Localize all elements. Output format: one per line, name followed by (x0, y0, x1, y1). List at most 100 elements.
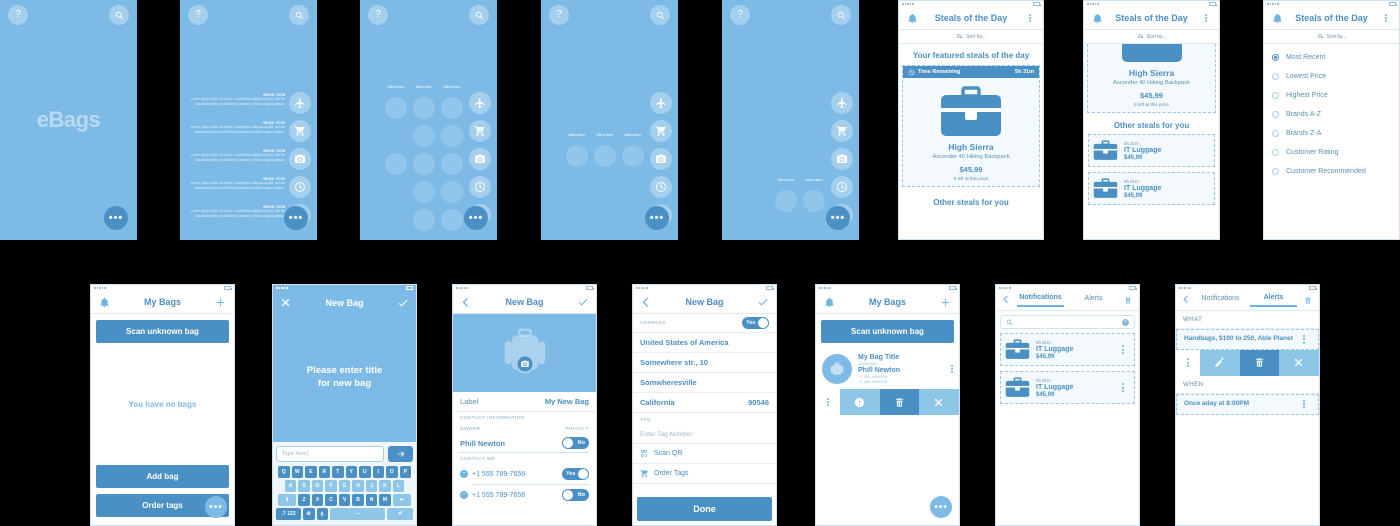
bag-photo-hero[interactable] (453, 314, 596, 392)
sort-option-customer-recommended[interactable]: Customer Recommended (1264, 162, 1399, 181)
done-button[interactable]: Done (637, 497, 772, 521)
mic-key[interactable] (316, 508, 328, 520)
key[interactable]: M (379, 494, 391, 506)
bell-icon[interactable] (1091, 13, 1104, 24)
grid-dot[interactable] (622, 145, 644, 167)
help-icon[interactable]: ? (730, 5, 750, 25)
tab-alerts[interactable]: Alerts (1250, 294, 1297, 307)
alert-overflow-icon[interactable] (1303, 335, 1311, 344)
scan-unknown-bag-button[interactable]: Scan unknown bag (96, 320, 229, 343)
back-icon[interactable] (640, 297, 653, 308)
add-bag-icon[interactable] (214, 297, 227, 308)
cart-icon[interactable] (469, 120, 491, 142)
key[interactable]: U (359, 466, 371, 478)
search-icon[interactable] (289, 5, 309, 25)
key[interactable]: E (305, 466, 317, 478)
overflow-menu-icon[interactable] (1199, 13, 1212, 23)
sort-bar[interactable]: Sort by... (1084, 30, 1219, 44)
confirm-icon[interactable] (756, 296, 769, 308)
label-row[interactable]: Label My New Bag (453, 392, 596, 412)
trash-icon[interactable] (879, 389, 920, 415)
phone-toggle[interactable]: Yes (562, 468, 589, 480)
bell-icon[interactable] (1271, 13, 1284, 24)
key[interactable]: F (325, 480, 337, 492)
numbers-key[interactable]: .? 123 (276, 508, 301, 520)
trash-icon[interactable] (1123, 296, 1133, 305)
key[interactable]: Z (298, 494, 310, 506)
info-icon[interactable] (840, 389, 880, 415)
close-icon[interactable] (919, 389, 959, 415)
tab-notifications[interactable]: Notifications (1197, 295, 1244, 306)
more-fab[interactable]: ••• (464, 206, 488, 230)
confirm-icon[interactable] (396, 297, 409, 309)
notification-item[interactable]: 5h 31m IT Luggage $45,99 (1000, 371, 1135, 404)
tag-number-input[interactable]: Enter Tag Number (633, 426, 776, 444)
phone-row[interactable]: − +1 555 789-7656 Yes (453, 464, 596, 484)
sort-option-lowest-price[interactable]: Lowest Price (1264, 67, 1399, 86)
key[interactable]: Y (345, 466, 357, 478)
clock-icon[interactable] (289, 176, 311, 198)
search-icon[interactable] (650, 5, 670, 25)
key[interactable]: K (379, 480, 391, 492)
overflow-menu-icon[interactable] (1023, 13, 1036, 23)
featured-product-card[interactable]: Time Remaining 5h 31m High Sierra Ascend… (902, 65, 1040, 187)
close-icon[interactable] (280, 297, 293, 308)
owner-row[interactable]: Phill Newton No (460, 434, 589, 453)
search-icon[interactable] (831, 5, 851, 25)
overflow-menu-icon[interactable] (1379, 13, 1392, 23)
tab-notifications[interactable]: Notifications (1017, 294, 1064, 307)
tab-alerts[interactable]: Alerts (1070, 295, 1117, 306)
city-row[interactable]: Somwheresville (633, 373, 776, 393)
sort-option-customer-rating[interactable]: Customer Rating (1264, 143, 1399, 162)
backspace-key[interactable]: ⬅ (392, 494, 411, 506)
add-bag-button[interactable]: Add bag (96, 465, 229, 488)
help-icon[interactable]: ? (368, 5, 388, 25)
key[interactable]: W (291, 466, 303, 478)
cart-icon[interactable] (831, 120, 853, 142)
key[interactable]: I (372, 466, 384, 478)
back-icon[interactable] (1002, 295, 1011, 306)
bell-icon[interactable] (98, 297, 111, 308)
title-input[interactable]: Type here| (276, 446, 384, 462)
more-fab[interactable]: ••• (205, 496, 227, 518)
steal-list-item[interactable]: 5h 31m IT Luggage $45,99 (1088, 134, 1215, 167)
alert-what-card[interactable]: Handbags, $100 to 250, Able Planet (1176, 329, 1319, 350)
grid-dot[interactable] (413, 181, 435, 203)
key[interactable]: A (284, 480, 297, 492)
sort-option-brands-za[interactable]: Brands Z-A (1264, 124, 1399, 143)
add-bag-icon[interactable] (939, 297, 952, 308)
grid-dot[interactable] (566, 145, 588, 167)
confirm-icon[interactable] (576, 296, 589, 308)
sort-option-highest-price[interactable]: Highest Price (1264, 86, 1399, 105)
bag-list-item[interactable]: My Bag Title 454564564 Phill Newton +1 5… (816, 349, 959, 389)
clock-icon[interactable] (650, 176, 672, 198)
grid-dot[interactable] (441, 125, 463, 147)
cart-icon[interactable] (289, 120, 311, 142)
trash-icon[interactable] (1239, 349, 1280, 376)
key[interactable]: V (338, 494, 351, 506)
settings-key[interactable]: ⚙ (303, 508, 315, 520)
key[interactable]: Q (278, 466, 290, 478)
key[interactable]: O (386, 466, 398, 478)
steal-list-item[interactable]: 5h 31m IT Luggage $45,99 (1088, 172, 1215, 205)
alert-overflow-icon[interactable] (1303, 399, 1311, 409)
trash-icon[interactable] (1303, 296, 1313, 305)
grid-dot[interactable] (594, 145, 616, 167)
camera-icon[interactable] (831, 148, 853, 170)
grid-dot[interactable] (803, 190, 825, 212)
grid-dot[interactable] (775, 190, 797, 212)
key[interactable]: R (318, 466, 330, 478)
scan-unknown-bag-button[interactable]: Scan unknown bag (821, 320, 954, 343)
notification-overflow-icon[interactable] (1122, 345, 1130, 354)
notification-overflow-icon[interactable] (1122, 383, 1130, 392)
remove-icon[interactable]: − (460, 470, 468, 478)
key[interactable]: P (399, 466, 411, 478)
key[interactable]: G (338, 480, 351, 492)
more-fab[interactable]: ••• (645, 206, 669, 230)
space-key[interactable]: — (330, 508, 385, 520)
plane-icon[interactable] (650, 92, 672, 114)
phone-toggle[interactable]: No (562, 489, 589, 501)
camera-icon[interactable] (469, 148, 491, 170)
sort-bar[interactable]: Sort by... (1264, 30, 1399, 44)
address-toggle[interactable]: Yes (742, 317, 769, 329)
